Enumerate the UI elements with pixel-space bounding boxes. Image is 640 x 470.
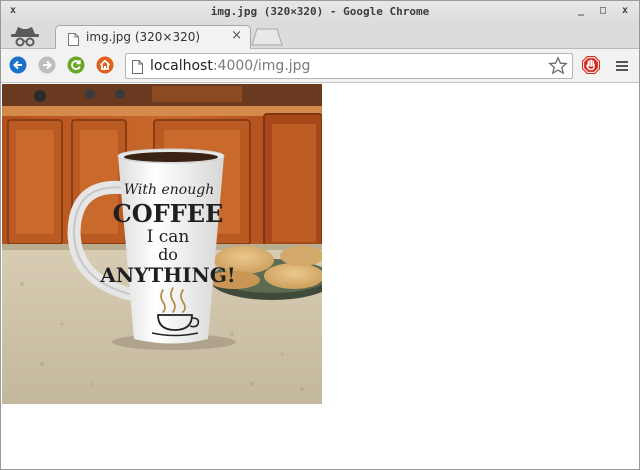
back-button[interactable] bbox=[9, 56, 27, 74]
url-host: localhost bbox=[150, 58, 213, 74]
new-tab-button[interactable] bbox=[251, 28, 283, 46]
toolbar: localhost:4000/img.jpg bbox=[1, 49, 639, 83]
reload-icon bbox=[67, 56, 85, 74]
incognito-icon bbox=[7, 23, 43, 49]
tab-strip: img.jpg (320×320) × bbox=[1, 23, 639, 49]
url-path: :4000/img.jpg bbox=[212, 58, 311, 74]
coffee-mug-photo: With enough COFFEE I can do ANYTHING! bbox=[2, 84, 322, 404]
tab-img-jpg[interactable]: img.jpg (320×320) × bbox=[55, 25, 251, 49]
stop-hand-icon bbox=[582, 56, 600, 74]
forward-button[interactable] bbox=[38, 56, 56, 74]
tab-title: img.jpg (320×320) bbox=[86, 30, 201, 44]
window-title: img.jpg (320×320) - Google Chrome bbox=[210, 5, 430, 18]
hamburger-menu-icon[interactable] bbox=[615, 58, 629, 72]
home-button[interactable] bbox=[96, 56, 114, 74]
mug-text-line-3: I can bbox=[147, 227, 190, 247]
maximize-button[interactable]: □ bbox=[597, 5, 609, 17]
browser-window: x img.jpg (320×320) - Google Chrome _ □ … bbox=[0, 0, 640, 470]
page-info-icon[interactable] bbox=[132, 59, 143, 74]
mug-text-line-2: COFFEE bbox=[113, 199, 224, 228]
minimize-button[interactable]: _ bbox=[575, 5, 587, 17]
reload-button[interactable] bbox=[67, 56, 85, 74]
home-icon bbox=[96, 56, 114, 74]
page-content: With enough COFFEE I can do ANYTHING! bbox=[1, 84, 639, 469]
mug-text-line-4: do bbox=[158, 245, 178, 264]
address-bar[interactable]: localhost:4000/img.jpg bbox=[125, 53, 573, 79]
tab-close-button[interactable]: × bbox=[231, 28, 242, 43]
star-icon[interactable] bbox=[548, 56, 568, 76]
arrow-right-icon bbox=[38, 56, 56, 74]
mug-text-line-5: ANYTHING! bbox=[99, 263, 235, 287]
page-icon bbox=[68, 31, 79, 46]
url-text: localhost:4000/img.jpg bbox=[150, 58, 310, 74]
window-close-button[interactable]: x bbox=[619, 5, 631, 17]
arrow-left-icon bbox=[9, 56, 27, 74]
extension-button[interactable] bbox=[581, 55, 601, 75]
title-bar: x img.jpg (320×320) - Google Chrome _ □ … bbox=[1, 1, 639, 23]
mug-text-line-1: With enough bbox=[124, 182, 214, 198]
